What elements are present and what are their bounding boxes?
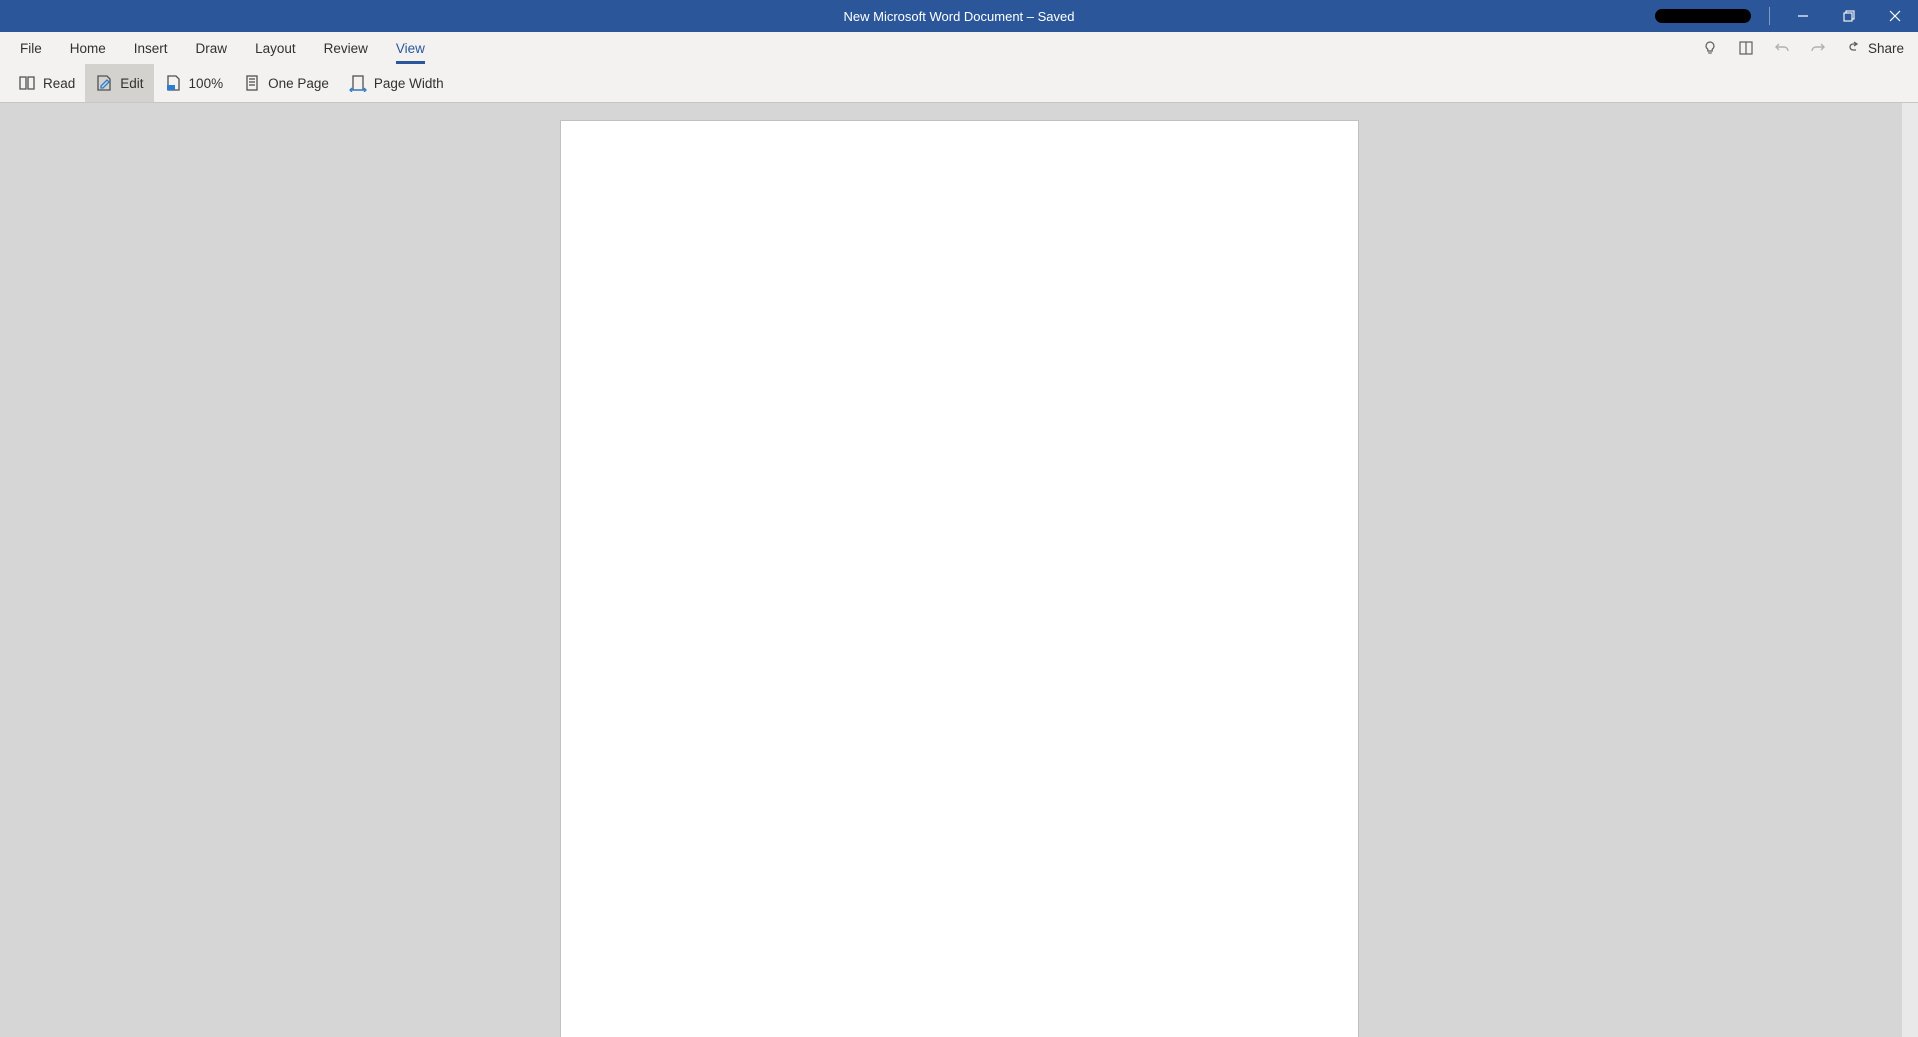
redo-button[interactable] (1800, 32, 1836, 64)
undo-button[interactable] (1764, 32, 1800, 64)
tab-draw[interactable]: Draw (182, 32, 242, 64)
edit-mode-button[interactable]: Edit (85, 64, 153, 102)
page-width-label: Page Width (374, 76, 444, 91)
close-icon (1889, 10, 1901, 22)
one-page-icon (243, 74, 261, 92)
share-icon (1846, 40, 1862, 56)
edit-icon (95, 74, 113, 92)
share-button[interactable]: Share (1836, 32, 1918, 64)
zoom-100-label: 100% (189, 76, 224, 91)
ribbon-tabs: File Home Insert Draw Layout Review View… (0, 32, 1918, 64)
tell-me-button[interactable] (1692, 32, 1728, 64)
edit-label: Edit (120, 76, 143, 91)
read-icon (18, 74, 36, 92)
one-page-label: One Page (268, 76, 329, 91)
lightbulb-icon (1702, 40, 1718, 56)
document-page[interactable] (561, 121, 1358, 1037)
vertical-scrollbar[interactable] (1902, 103, 1918, 1037)
redo-icon (1810, 40, 1826, 56)
read-mode-button[interactable]: Read (8, 64, 85, 102)
tab-insert[interactable]: Insert (120, 32, 182, 64)
zoom-100-icon (164, 74, 182, 92)
account-info-redacted[interactable] (1655, 9, 1751, 23)
maximize-button[interactable] (1826, 0, 1872, 32)
close-button[interactable] (1872, 0, 1918, 32)
ribbon-toolbar-view: Read Edit 100% One Page Page Width (0, 64, 1918, 103)
maximize-restore-icon (1843, 10, 1855, 22)
reading-pane-icon (1738, 40, 1754, 56)
tab-layout[interactable]: Layout (241, 32, 310, 64)
tab-home[interactable]: Home (56, 32, 120, 64)
minimize-button[interactable] (1780, 0, 1826, 32)
undo-icon (1774, 40, 1790, 56)
share-label: Share (1868, 41, 1904, 56)
tab-review[interactable]: Review (310, 32, 382, 64)
window-titlebar: New Microsoft Word Document – Saved (0, 0, 1918, 32)
reading-pane-button[interactable] (1728, 32, 1764, 64)
tab-file[interactable]: File (6, 32, 56, 64)
zoom-100-button[interactable]: 100% (154, 64, 234, 102)
document-canvas[interactable] (0, 103, 1918, 1037)
one-page-button[interactable]: One Page (233, 64, 339, 102)
tab-view[interactable]: View (382, 32, 439, 64)
minimize-icon (1797, 10, 1809, 22)
page-width-button[interactable]: Page Width (339, 64, 454, 102)
window-title: New Microsoft Word Document – Saved (844, 9, 1075, 24)
read-label: Read (43, 76, 75, 91)
page-width-icon (349, 74, 367, 92)
titlebar-separator (1769, 7, 1770, 25)
